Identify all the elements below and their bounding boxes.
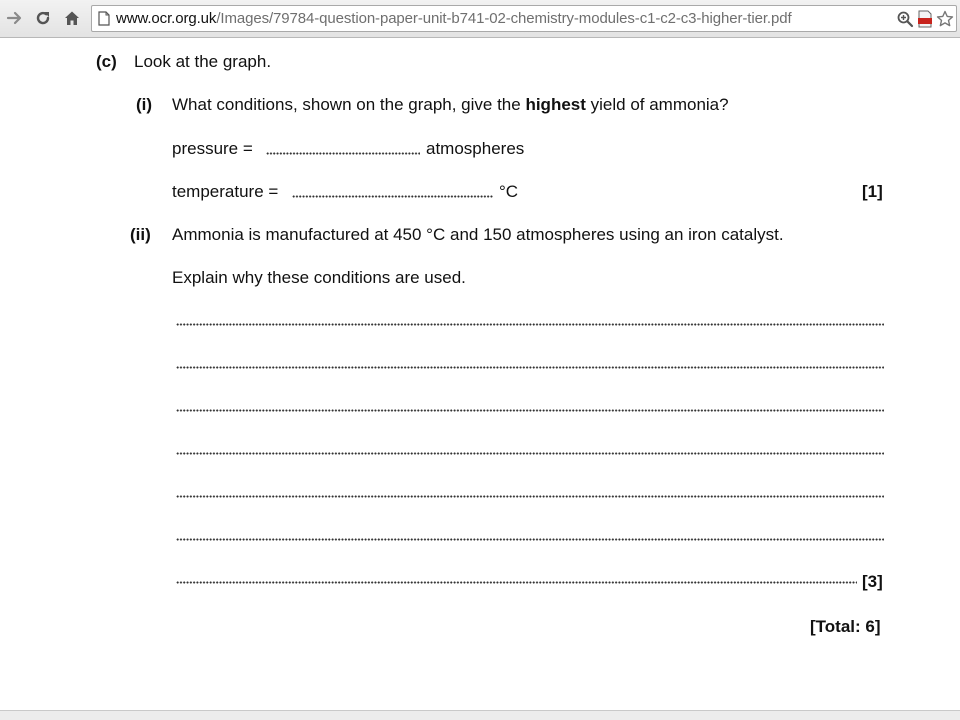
bookmark-star-icon[interactable] (936, 10, 954, 28)
pressure-unit: atmospheres (426, 139, 525, 158)
answer-line-5 (176, 492, 884, 500)
pdf-page: (c) Look at the graph. (i) What conditio… (0, 38, 960, 710)
home-button[interactable] (61, 7, 83, 29)
answer-line-3 (176, 406, 884, 414)
sub-i-marks: [1] (862, 182, 883, 201)
temperature-unit: °C (499, 182, 519, 201)
sub-i-text-before: What conditions, shown on the graph, giv… (172, 95, 526, 114)
answer-line-6 (176, 535, 884, 543)
window-bottom-edge (0, 710, 960, 720)
reload-icon (36, 11, 50, 25)
temperature-label: temperature = (172, 182, 279, 201)
sub-i-text-after: yield of ammonia? (585, 95, 729, 114)
page-icon (98, 11, 110, 26)
url-host: www.ocr.org.uk (116, 10, 217, 27)
pressure-answer-line (266, 149, 420, 157)
url-text[interactable]: www.ocr.org.uk/Images/79784-question-pap… (116, 6, 792, 31)
answer-line-4 (176, 449, 884, 457)
pressure-label: pressure = (172, 139, 253, 158)
sub-ii-instruction: Explain why these conditions are used. (172, 268, 466, 287)
total-marks: [Total: 6] (810, 617, 881, 636)
temperature-answer-line (292, 192, 493, 200)
reload-button[interactable] (32, 7, 54, 29)
sub-ii-text: Ammonia is manufactured at 450 °C and 15… (172, 225, 784, 244)
answer-line-7 (176, 578, 857, 586)
sub-i-question: What conditions, shown on the graph, giv… (172, 95, 729, 115)
address-bar[interactable]: www.ocr.org.uk/Images/79784-question-pap… (91, 5, 957, 32)
forward-arrow-icon (6, 11, 22, 25)
forward-button[interactable] (4, 7, 26, 29)
browser-toolbar: www.ocr.org.uk/Images/79784-question-pap… (0, 0, 960, 38)
home-icon (65, 11, 79, 25)
zoom-icon[interactable] (896, 10, 914, 28)
sub-i-text-bold: highest (525, 95, 586, 114)
answer-line-2 (176, 363, 884, 371)
pdf-icon[interactable] (916, 10, 934, 28)
sub-ii-marks: [3] (862, 572, 883, 591)
answer-line-1 (176, 320, 884, 328)
part-c-text: Look at the graph. (134, 52, 272, 71)
part-c-label: (c) (96, 52, 117, 71)
url-path: /Images/79784-question-paper-unit-b741-0… (216, 10, 792, 27)
sub-i-label: (i) (136, 95, 153, 114)
sub-ii-label: (ii) (130, 225, 151, 244)
